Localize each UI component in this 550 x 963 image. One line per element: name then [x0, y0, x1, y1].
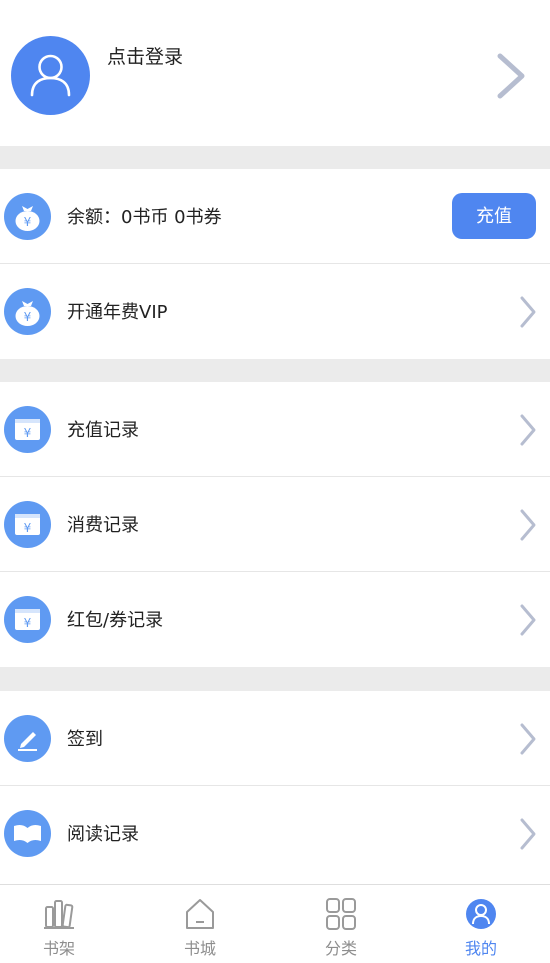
- tab-label: 我的: [464, 939, 497, 958]
- profile-header[interactable]: 点击登录: [0, 0, 550, 146]
- recharge-button[interactable]: 充值: [452, 193, 536, 239]
- tab-mine[interactable]: 我的: [431, 885, 531, 963]
- section-gap: [0, 667, 550, 691]
- chevron-right-icon: [520, 296, 536, 328]
- recharge-record-label: 充值记录: [67, 420, 139, 441]
- chevron-right-icon[interactable]: [494, 52, 528, 100]
- balance-text: 余额：0书币 0书券: [67, 207, 222, 228]
- coupon-record-label: 红包/券记录: [67, 610, 164, 631]
- login-link[interactable]: 点击登录: [107, 42, 183, 69]
- svg-text:¥: ¥: [24, 426, 32, 440]
- vip-row[interactable]: ¥ 开通年费VIP: [0, 264, 550, 359]
- coupon-record-row[interactable]: ¥ 红包/券记录: [0, 572, 550, 667]
- profile-icon: [466, 899, 496, 929]
- chevron-right-icon: [520, 414, 536, 446]
- chevron-right-icon: [520, 509, 536, 541]
- section-gap: [0, 359, 550, 382]
- tab-label: 分类: [324, 939, 357, 958]
- tab-label: 书城: [183, 939, 216, 958]
- chevron-right-icon: [520, 723, 536, 755]
- home-icon: [186, 899, 214, 929]
- reading-record-label: 阅读记录: [67, 824, 139, 845]
- receipt-icon: ¥: [4, 596, 51, 643]
- section-gap: [0, 146, 550, 169]
- tab-label: 书架: [42, 939, 75, 958]
- balance-row: ¥ 余额：0书币 0书券 充值: [0, 169, 550, 264]
- reading-record-row[interactable]: 阅读记录: [0, 786, 550, 881]
- consume-record-label: 消费记录: [67, 515, 139, 536]
- receipt-icon: ¥: [4, 406, 51, 453]
- receipt-icon: ¥: [4, 501, 51, 548]
- bottom-tab-bar: 书架 书城 分类 我的: [0, 884, 550, 963]
- avatar[interactable]: [11, 36, 90, 115]
- svg-text:¥: ¥: [24, 521, 32, 535]
- tab-bookshelf[interactable]: 书架: [9, 885, 109, 963]
- book-icon: [4, 810, 51, 857]
- bookshelf-icon: [44, 900, 74, 929]
- vip-label: 开通年费VIP: [67, 302, 168, 323]
- recharge-record-row[interactable]: ¥ 充值记录: [0, 382, 550, 477]
- pen-icon: [4, 715, 51, 762]
- chevron-right-icon: [520, 604, 536, 636]
- svg-text:¥: ¥: [24, 616, 32, 630]
- tab-bookstore[interactable]: 书城: [150, 885, 250, 963]
- tab-category[interactable]: 分类: [291, 885, 391, 963]
- checkin-label: 签到: [67, 729, 103, 750]
- checkin-row[interactable]: 签到: [0, 691, 550, 786]
- svg-text:¥: ¥: [24, 310, 32, 324]
- chevron-right-icon: [520, 818, 536, 850]
- user-icon: [30, 54, 71, 97]
- category-icon: [326, 898, 356, 930]
- money-bag-icon: ¥: [4, 193, 51, 240]
- money-bag-icon: ¥: [4, 288, 51, 335]
- consume-record-row[interactable]: ¥ 消费记录: [0, 477, 550, 572]
- svg-text:¥: ¥: [24, 215, 32, 229]
